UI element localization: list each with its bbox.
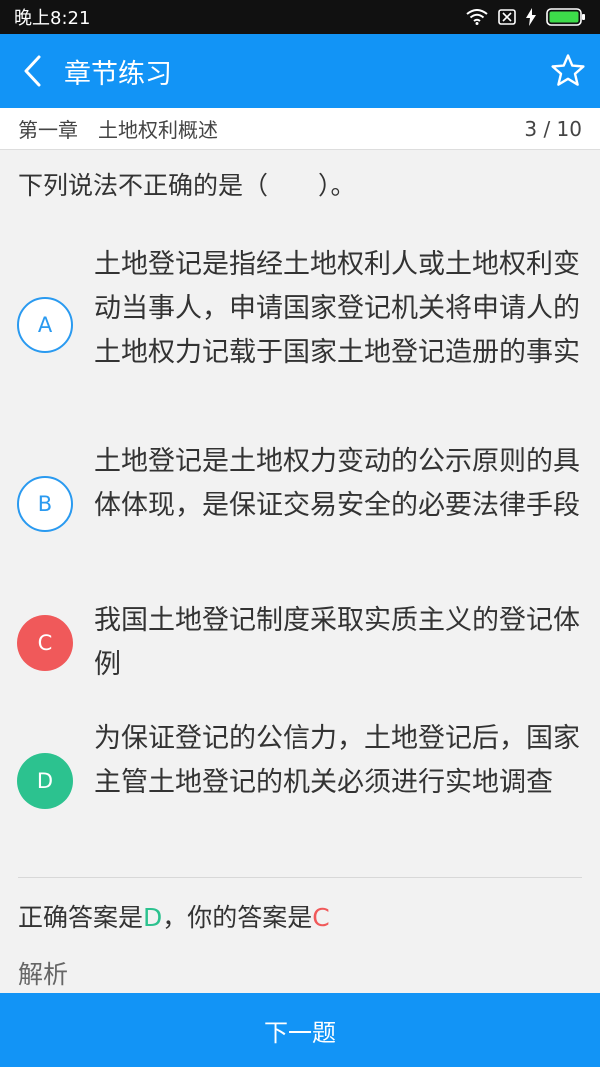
analysis-label: 解析 [18,960,69,989]
next-question-button[interactable]: 下一题 [0,993,600,1067]
option-c-badge: C [17,615,73,671]
next-question-label: 下一题 [264,1018,336,1047]
chapter-name: 第一章 土地权利概述 [18,118,218,142]
option-a-badge: A [17,297,73,353]
option-c[interactable]: C 我国土地登记制度采取实质主义的登记体例 [0,598,600,686]
option-a[interactable]: A 土地登记是指经土地权利人或土地权利变动当事人，申请国家登记机关将申请人的土地… [0,240,600,410]
option-d-text: 为保证登记的公信力，土地登记后，国家主管土地登记的机关必须进行实地调查 [94,723,580,798]
option-c-text: 我国土地登记制度采取实质主义的登记体例 [94,605,580,680]
status-time: 晚上8:21 [14,8,91,29]
question-progress: 3 / 10 [524,116,582,141]
app-bar: 章节练习 [0,34,600,108]
sim-blocked-icon [498,9,516,25]
status-icons [466,8,586,26]
answer-summary: 正确答案是D，你的答案是C [18,898,330,934]
option-b-badge: B [17,476,73,532]
option-b-text: 土地登记是土地权力变动的公示原则的具体体现，是保证交易安全的必要法律手段 [94,446,580,521]
chevron-left-icon [24,55,41,87]
answer-correct-prefix: 正确答案是 [18,903,144,932]
option-d-badge: D [17,753,73,809]
wifi-icon [466,9,488,25]
charging-icon [526,8,536,26]
page-title: 章节练习 [64,58,172,90]
favorite-button[interactable] [536,34,600,108]
star-icon [551,54,585,86]
back-button[interactable] [0,34,64,108]
chapter-header: 第一章 土地权利概述 3 / 10 [0,108,600,150]
divider [18,877,582,878]
answer-correct-letter: D [143,903,163,932]
battery-icon [546,8,585,26]
option-d[interactable]: D 为保证登记的公信力，土地登记后，国家主管土地登记的机关必须进行实地调查 [0,716,600,848]
answer-your-letter: C [312,903,330,932]
option-b[interactable]: B 土地登记是土地权力变动的公示原则的具体体现，是保证交易安全的必要法律手段 [0,438,600,570]
status-bar: 晚上8:21 [0,0,600,34]
option-a-text: 土地登记是指经土地权利人或土地权利变动当事人，申请国家登记机关将申请人的土地权力… [94,249,580,368]
answer-mid-text: ，你的答案是 [162,903,313,932]
question-text: 下列说法不正确的是（ ）。 [18,171,356,200]
